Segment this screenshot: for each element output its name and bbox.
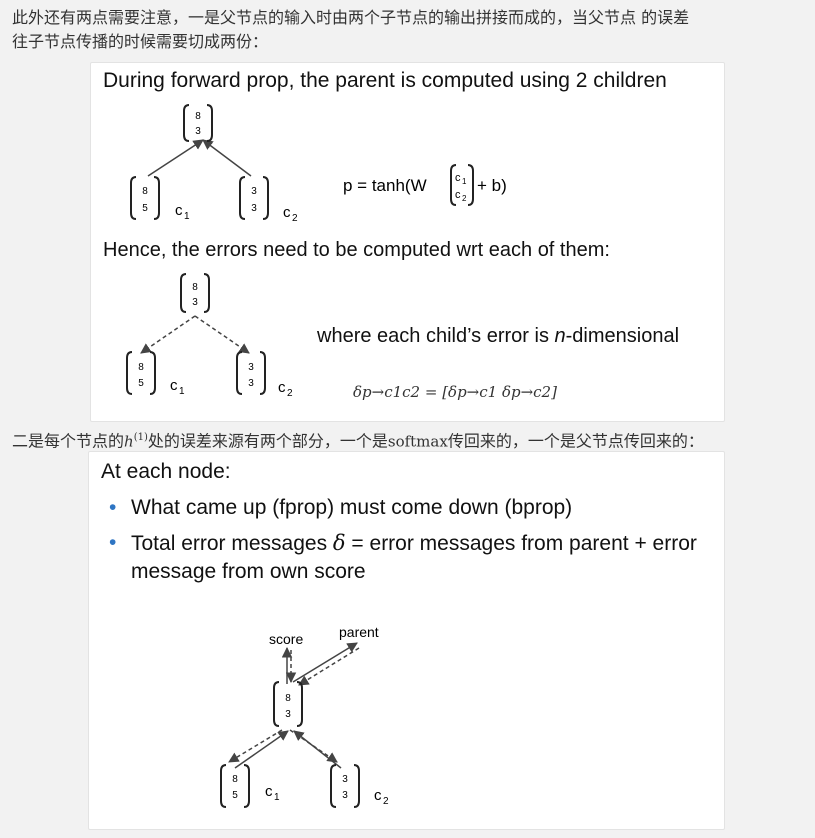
svg-text:8: 8 xyxy=(192,282,198,293)
paragraph-1: 此外还有两点需要注意，一是父节点的输入时由两个子节点的输出拼接而成的，当父节点 … xyxy=(12,6,689,54)
svg-text:c: c xyxy=(374,787,382,804)
svg-text:3: 3 xyxy=(192,297,198,308)
svg-text:3: 3 xyxy=(285,709,291,720)
svg-text:3: 3 xyxy=(248,378,254,389)
child-1-vector-2: 8 5 xyxy=(126,351,156,395)
svg-text:c: c xyxy=(265,783,273,800)
svg-text:3: 3 xyxy=(251,203,257,214)
parent-vector: 8 3 xyxy=(183,104,213,142)
svg-text:c: c xyxy=(283,204,291,221)
svg-text:2: 2 xyxy=(462,194,467,203)
edge-child2-parent xyxy=(202,139,252,177)
forward-formula: p = tanh(W c 1 c 2 + b) xyxy=(343,164,507,206)
parent-vector-2: 8 3 xyxy=(180,273,210,313)
slide-each-node: At each node: • What came up (fprop) must… xyxy=(88,451,725,830)
child-2-vector: 3 3 xyxy=(239,176,269,220)
edge-parent-child2-dashed xyxy=(194,315,250,354)
child-error-note: where each child’s error is n-dimensiona… xyxy=(317,325,680,347)
score-label: score xyxy=(269,631,303,647)
svg-text:2: 2 xyxy=(287,388,293,399)
svg-text:3: 3 xyxy=(342,790,348,801)
svg-text:c: c xyxy=(175,202,183,219)
svg-text:3: 3 xyxy=(342,774,348,785)
svg-text:1: 1 xyxy=(274,792,280,803)
svg-text:p = tanh(W: p = tanh(W xyxy=(343,176,427,195)
svg-text:5: 5 xyxy=(142,203,148,214)
svg-text:c: c xyxy=(170,377,178,394)
svg-text:3: 3 xyxy=(251,186,257,197)
svg-text:1: 1 xyxy=(179,386,185,397)
node-child-1-vector: 8 5 xyxy=(220,764,250,808)
node-child-2-vector: 3 3 xyxy=(330,764,360,808)
svg-text:c: c xyxy=(455,189,461,201)
child-1-vector: 8 5 xyxy=(130,176,160,220)
slide-1-subtitle: Hence, the errors need to be computed wr… xyxy=(103,239,610,261)
paragraph-2: 二是每个节点的h(1)处的误差来源有两个部分，一个是softmax传回来的，一个… xyxy=(12,431,704,451)
edge-child1-parent xyxy=(147,139,204,177)
svg-text:c: c xyxy=(278,379,286,396)
svg-text:+ b): + b) xyxy=(477,176,507,195)
paragraph-1-line-1: 此外还有两点需要注意，一是父节点的输入时由两个子节点的输出拼接而成的，当父节点 … xyxy=(12,8,690,27)
svg-text:5: 5 xyxy=(232,790,238,801)
edge-parent-child1-dashed xyxy=(140,315,196,354)
svg-text:2: 2 xyxy=(292,213,298,224)
svg-text:8: 8 xyxy=(232,774,238,785)
tree-diagram-node-errors: score parent 8 3 8 5 c 1 3 3 c 2 xyxy=(220,624,389,808)
slide-forward-prop: During forward prop, the parent is compu… xyxy=(90,62,725,422)
parent-label: parent xyxy=(339,624,379,640)
svg-text:8: 8 xyxy=(285,693,291,704)
child-2-vector-2: 3 3 xyxy=(236,351,266,395)
svg-text:1: 1 xyxy=(184,211,190,222)
svg-text:8: 8 xyxy=(195,111,201,122)
svg-text:3: 3 xyxy=(195,126,201,137)
svg-text:8: 8 xyxy=(142,186,148,197)
svg-text:3: 3 xyxy=(248,362,254,373)
paragraph-1-line-2: 往子节点传播的时候需要切成两份： xyxy=(12,32,269,51)
svg-text:5: 5 xyxy=(138,378,144,389)
node-vector: 8 3 xyxy=(273,681,303,727)
svg-text:8: 8 xyxy=(138,362,144,373)
svg-text:1: 1 xyxy=(462,177,467,186)
svg-text:c: c xyxy=(455,172,461,184)
delta-formula: δp→c1c2 = [δp→c1 δp→c2] xyxy=(353,383,557,401)
svg-text:2: 2 xyxy=(383,796,389,807)
